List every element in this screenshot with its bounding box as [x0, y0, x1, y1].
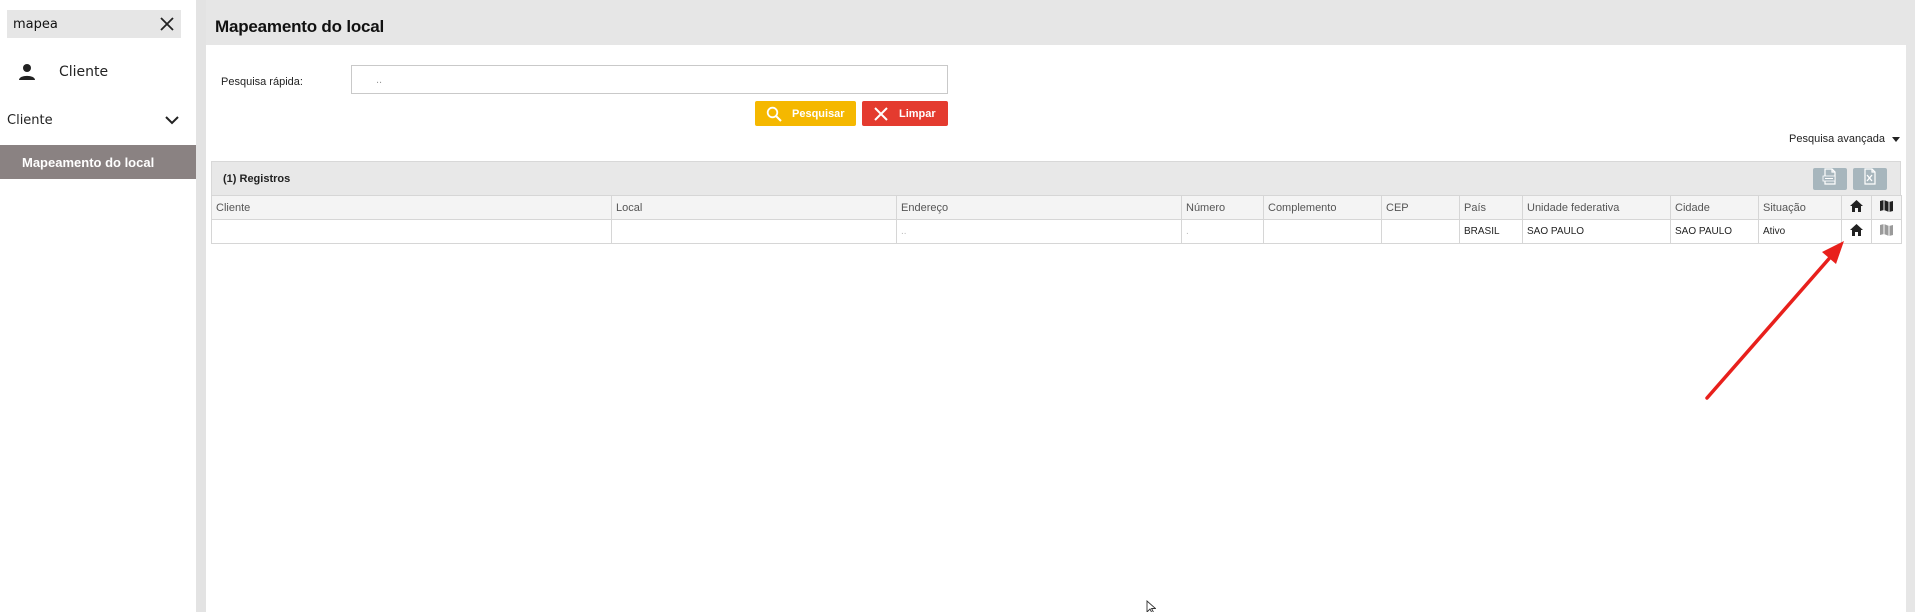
- cell-numero: .: [1181, 219, 1264, 244]
- advanced-search-toggle[interactable]: Pesquisa avançada: [1789, 133, 1901, 145]
- cell-cliente: [211, 219, 612, 244]
- caret-down-icon: [1892, 136, 1901, 142]
- export-xls-button[interactable]: [1853, 168, 1887, 190]
- column-header-cliente[interactable]: Cliente: [211, 195, 612, 220]
- cell-complemento: [1263, 219, 1382, 244]
- column-header-endereco[interactable]: Endereço: [896, 195, 1182, 220]
- content-panel: Pesquisa rápida: Pesquisar Limpar Pesqui…: [206, 45, 1906, 612]
- cell-cidade: SAO PAULO: [1670, 219, 1759, 244]
- sidebar-item-mapeamento-do-local[interactable]: Mapeamento do local: [0, 145, 196, 179]
- sidebar-item-profile-label: Cliente: [59, 64, 109, 80]
- sidebar-item-label: Mapeamento do local: [22, 155, 155, 170]
- mouse-cursor-icon: [1146, 600, 1156, 612]
- table-header-row: Cliente Local Endereço Número Complement…: [211, 195, 1902, 220]
- row-home-button[interactable]: [1841, 219, 1872, 244]
- column-header-uf[interactable]: Unidade federativa: [1522, 195, 1671, 220]
- cell-local: [611, 219, 897, 244]
- main-area: Mapeamento do local Pesquisa rápida: Pes…: [206, 0, 1915, 612]
- quick-search-input[interactable]: [351, 65, 948, 94]
- csv-export-icon: [1822, 168, 1838, 190]
- records-grid: (1) Registros Cliente Local Endereço Núm…: [211, 161, 1902, 247]
- chevron-down-icon: [164, 113, 180, 132]
- menu-search-box: [7, 10, 181, 38]
- cell-situacao: Ativo: [1758, 219, 1842, 244]
- records-count: (1) Registros: [223, 173, 291, 185]
- menu-search-input[interactable]: [13, 14, 153, 34]
- map-icon: [1880, 200, 1893, 212]
- column-header-cidade[interactable]: Cidade: [1670, 195, 1759, 220]
- advanced-search-label: Pesquisa avançada: [1789, 133, 1886, 145]
- records-table: Cliente Local Endereço Número Complement…: [211, 195, 1902, 244]
- home-icon: [1850, 224, 1863, 236]
- sidebar-group-cliente[interactable]: Cliente: [0, 108, 196, 134]
- table-row[interactable]: .. . BRASIL SAO PAULO SAO PAULO Ativo: [211, 219, 1902, 244]
- search-button[interactable]: Pesquisar: [755, 101, 856, 126]
- grid-header-bar: (1) Registros: [211, 161, 1901, 195]
- search-button-label: Pesquisar: [792, 107, 845, 120]
- column-header-pais[interactable]: País: [1459, 195, 1523, 220]
- cell-cep: [1381, 219, 1460, 244]
- home-icon: [1850, 200, 1863, 212]
- cell-pais: BRASIL: [1459, 219, 1523, 244]
- clear-button-label: Limpar: [899, 107, 936, 120]
- xls-export-icon: [1862, 168, 1878, 190]
- close-icon: [873, 106, 889, 122]
- column-header-complemento[interactable]: Complemento: [1263, 195, 1382, 220]
- close-icon[interactable]: [157, 14, 177, 34]
- cell-endereco: ..: [896, 219, 1182, 244]
- sidebar-divider: [196, 0, 206, 612]
- cell-uf: SAO PAULO: [1522, 219, 1671, 244]
- map-icon: [1880, 224, 1893, 236]
- column-header-situacao[interactable]: Situação: [1758, 195, 1842, 220]
- quick-search-label: Pesquisa rápida:: [221, 76, 303, 88]
- column-header-home: [1841, 195, 1872, 220]
- page-title: Mapeamento do local: [215, 17, 385, 36]
- column-header-local[interactable]: Local: [611, 195, 897, 220]
- search-icon: [766, 106, 782, 122]
- sidebar-item-profile[interactable]: Cliente: [0, 58, 196, 86]
- sidebar-group-label: Cliente: [7, 113, 53, 128]
- row-map-button[interactable]: [1871, 219, 1902, 244]
- export-csv-button[interactable]: [1813, 168, 1847, 190]
- sidebar: Cliente Cliente Mapeamento do local: [0, 0, 196, 612]
- column-header-numero[interactable]: Número: [1181, 195, 1264, 220]
- person-icon: [17, 62, 37, 87]
- column-header-map: [1871, 195, 1902, 220]
- column-header-cep[interactable]: CEP: [1381, 195, 1460, 220]
- clear-button[interactable]: Limpar: [862, 101, 948, 126]
